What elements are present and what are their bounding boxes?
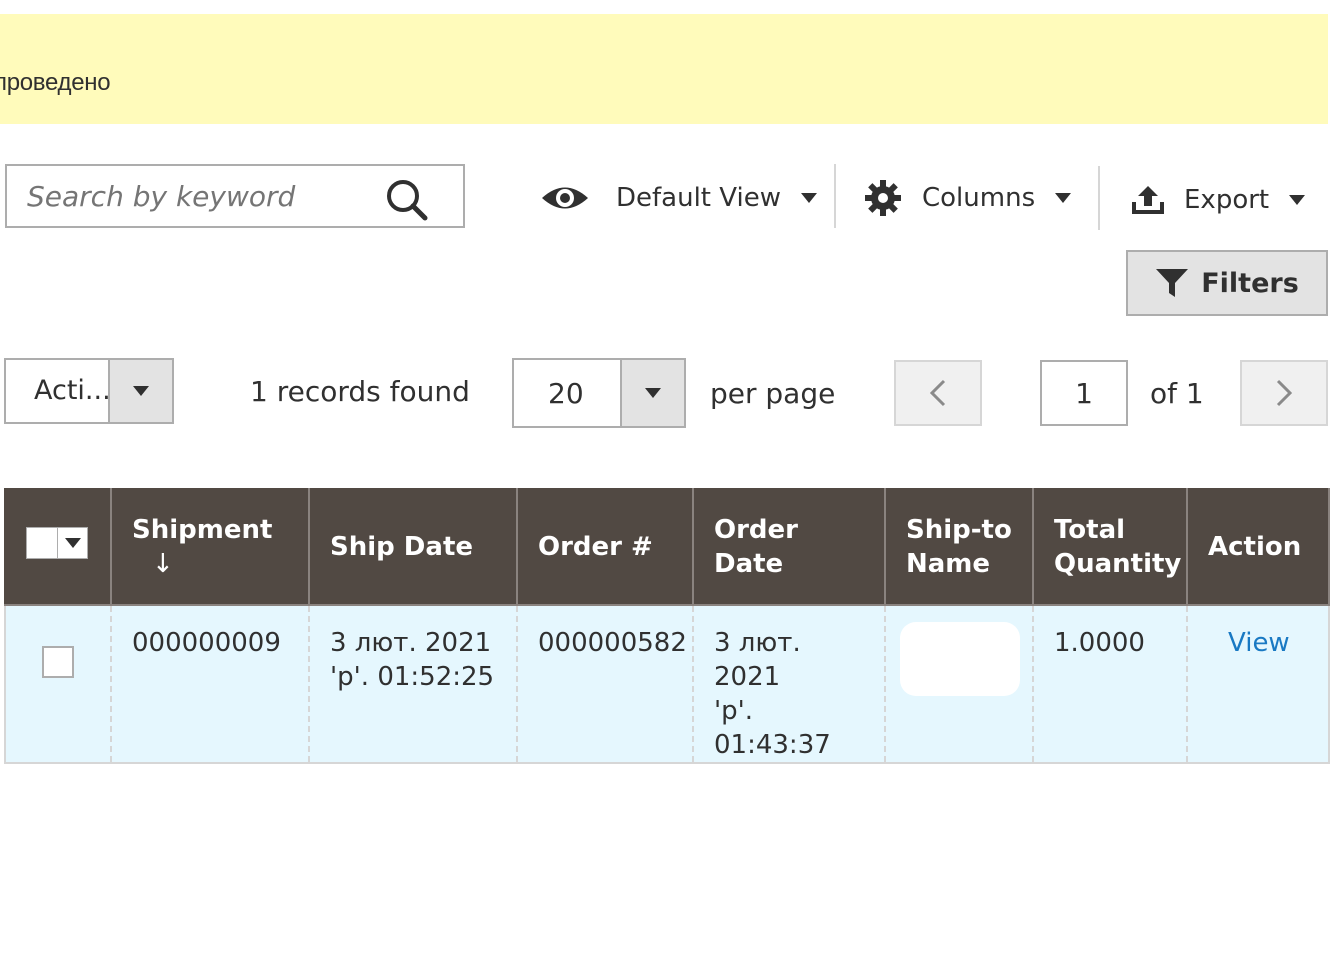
column-header-shipment[interactable]: Shipment ↓ [110, 488, 310, 606]
filters-button[interactable]: Filters [1126, 250, 1328, 316]
per-page-label: per page [710, 377, 836, 410]
per-page-value: 20 [548, 377, 584, 410]
column-header-label: Ship-to [906, 515, 1012, 545]
export-label: Export [1184, 185, 1270, 215]
per-page-select[interactable]: 20 [512, 358, 686, 428]
column-header-label: Name [906, 549, 991, 579]
toolbar-divider [834, 164, 836, 228]
table-row[interactable]: 000000009 3 лют. 2021 'р'. 01:52:25 0000… [4, 605, 1330, 764]
cell-total-quantity: 1.0000 [1032, 605, 1188, 764]
notice-text: проведено [0, 69, 111, 96]
column-header-label: Quantity [1054, 549, 1182, 579]
ship-date-line: 'р'. 01:52:25 [330, 662, 495, 692]
mass-action-header [4, 488, 112, 606]
keyword-search [5, 164, 465, 228]
column-header-label: Total [1054, 515, 1126, 545]
column-header-order-date[interactable]: Order Date [692, 488, 886, 606]
column-header-ship-to-name[interactable]: Ship-to Name [884, 488, 1034, 606]
export-button[interactable]: Export [1130, 180, 1306, 220]
columns-button[interactable]: Columns [864, 178, 1072, 218]
chevron-down-icon [133, 386, 149, 396]
view-link[interactable]: View [1228, 628, 1290, 658]
column-header-total-quantity[interactable]: Total Quantity [1032, 488, 1188, 606]
column-header-label: Ship Date [330, 532, 473, 562]
per-page-toggle[interactable] [620, 360, 684, 426]
default-view-label: Default View [616, 183, 781, 213]
sort-arrow-icon: ↓ [152, 549, 174, 579]
cell-shipment: 000000009 [110, 605, 310, 764]
redacted-name [900, 622, 1020, 696]
page-number-input[interactable] [1040, 360, 1128, 426]
toolbar-divider [1098, 166, 1100, 230]
grid-header-row: Shipment ↓ Ship Date Order # Order Date … [4, 488, 1330, 606]
column-header-action: Action [1186, 488, 1330, 606]
chevron-down-icon[interactable] [58, 528, 87, 558]
column-header-label: Order Date [714, 515, 798, 579]
notice-bar: проведено [0, 14, 1328, 124]
chevron-down-icon [1055, 193, 1072, 203]
cell-action: View [1186, 605, 1330, 764]
export-icon [1130, 184, 1166, 216]
previous-page-button[interactable] [894, 360, 982, 426]
column-header-label: Order # [538, 532, 653, 562]
page-total: of 1 [1150, 377, 1204, 410]
row-select-cell [4, 605, 112, 764]
columns-label: Columns [922, 183, 1036, 213]
column-header-order-number[interactable]: Order # [516, 488, 694, 606]
next-page-button[interactable] [1240, 360, 1328, 426]
records-found: 1 records found [250, 375, 470, 408]
actions-dropdown-toggle[interactable] [108, 360, 172, 422]
order-date-line: 3 лют. 2021 [714, 628, 801, 692]
filters-label: Filters [1201, 267, 1299, 299]
chevron-down-icon [1289, 195, 1306, 205]
cell-order-number: 000000582 [516, 605, 694, 764]
column-header-ship-date[interactable]: Ship Date [308, 488, 518, 606]
column-header-label: Action [1208, 532, 1302, 562]
cell-ship-date: 3 лют. 2021 'р'. 01:52:25 [308, 605, 518, 764]
search-icon[interactable] [385, 178, 429, 226]
order-date-line: 'р'. 01:43:37 [714, 696, 831, 760]
cell-order-date: 3 лют. 2021 'р'. 01:43:37 [692, 605, 886, 764]
actions-dropdown[interactable]: Acti... [4, 358, 174, 424]
gear-icon [864, 179, 902, 217]
ship-date-line: 3 лют. 2021 [330, 628, 492, 658]
search-input[interactable] [7, 166, 387, 226]
shipments-grid: Shipment ↓ Ship Date Order # Order Date … [4, 488, 1330, 764]
mass-select-checkbox[interactable] [27, 528, 58, 558]
row-checkbox[interactable] [42, 646, 74, 678]
chevron-down-icon [645, 388, 661, 398]
cell-ship-to-name [884, 605, 1034, 764]
chevron-right-icon [1276, 379, 1292, 407]
chevron-down-icon [800, 193, 817, 203]
column-header-label: Shipment [132, 515, 273, 545]
filter-icon [1155, 267, 1189, 299]
mass-select-dropdown[interactable] [26, 527, 88, 559]
eye-icon [540, 183, 590, 213]
default-view-button[interactable]: Default View [540, 178, 817, 218]
chevron-left-icon [930, 379, 946, 407]
actions-label: Acti... [34, 375, 111, 406]
